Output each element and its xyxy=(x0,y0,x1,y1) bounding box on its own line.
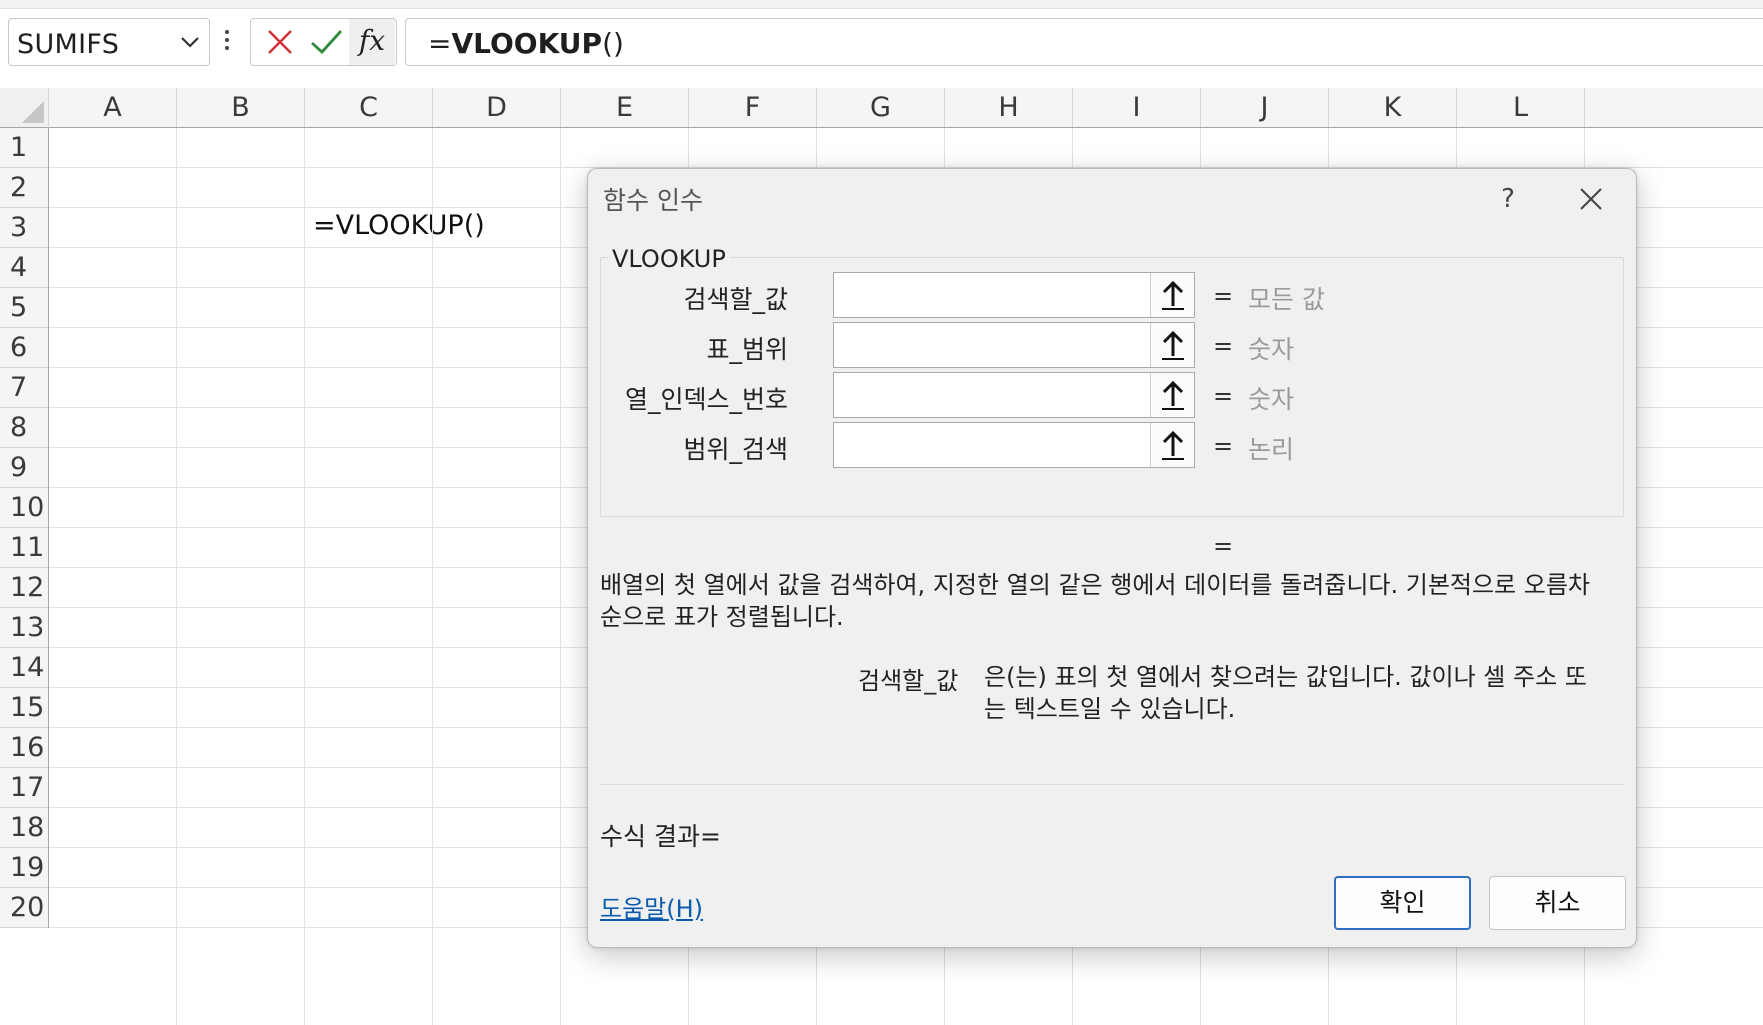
formula-text: =VLOOKUP() xyxy=(428,27,624,60)
row-header-11[interactable]: 11 xyxy=(0,528,48,568)
row-header-12[interactable]: 12 xyxy=(0,568,48,608)
row-header-4[interactable]: 4 xyxy=(0,248,48,288)
grid-line xyxy=(176,128,177,1025)
cell-c3[interactable]: =VLOOKUP() xyxy=(313,210,485,241)
argument-description-name: 검색할_값 xyxy=(858,667,959,695)
row-header-2[interactable]: 2 xyxy=(0,168,48,208)
collapse-dialog-icon[interactable] xyxy=(1150,273,1194,317)
row-header-9[interactable]: 9 xyxy=(0,448,48,488)
column-headers: ABCDEFGHIJKL xyxy=(49,88,1763,128)
column-header-e[interactable]: E xyxy=(561,88,689,127)
ok-button[interactable]: 확인 xyxy=(1334,876,1471,930)
row-header-20[interactable]: 20 xyxy=(0,888,48,928)
argument-input[interactable] xyxy=(833,272,1195,318)
row-header-15[interactable]: 15 xyxy=(0,688,48,728)
row-header-6[interactable]: 6 xyxy=(0,328,48,368)
row-header-8[interactable]: 8 xyxy=(0,408,48,448)
cancel-icon[interactable] xyxy=(257,19,303,65)
more-options-icon[interactable] xyxy=(224,30,230,54)
collapse-dialog-icon[interactable] xyxy=(1150,323,1194,367)
select-all-button[interactable] xyxy=(0,88,49,128)
column-header-d[interactable]: D xyxy=(433,88,561,127)
chevron-down-icon[interactable] xyxy=(179,31,201,53)
column-header-g[interactable]: G xyxy=(817,88,945,127)
argument-type-hint: 숫자 xyxy=(1248,385,1295,414)
argument-input[interactable] xyxy=(833,372,1195,418)
column-header-a[interactable]: A xyxy=(49,88,177,127)
row-header-18[interactable]: 18 xyxy=(0,808,48,848)
name-box-value: SUMIFS xyxy=(17,29,120,60)
result-equals: = xyxy=(1213,532,1234,560)
insert-function-icon[interactable]: fx xyxy=(349,19,395,65)
collapse-dialog-icon[interactable] xyxy=(1150,373,1194,417)
function-description: 배열의 첫 열에서 값을 검색하여, 지정한 열의 같은 행에서 데이터를 돌려… xyxy=(600,571,1591,631)
argument-input[interactable] xyxy=(833,322,1195,368)
dialog-title: 함수 인수 xyxy=(603,186,703,215)
argument-label: 범위_검색 xyxy=(683,435,788,464)
column-header-f[interactable]: F xyxy=(689,88,817,127)
grid-line xyxy=(304,128,305,1025)
argument-description-text: 은(는) 표의 첫 열에서 찾으려는 값입니다. 값이나 셀 주소 또는 텍스트… xyxy=(984,663,1587,723)
row-header-17[interactable]: 17 xyxy=(0,768,48,808)
row-header-16[interactable]: 16 xyxy=(0,728,48,768)
argument-equals: = xyxy=(1213,382,1234,410)
argument-equals: = xyxy=(1213,332,1234,360)
row-header-14[interactable]: 14 xyxy=(0,648,48,688)
row-headers: 1 2 3 4 5 6 7 8 9 10 11 12 13 14 15 16 17 18 19 20 xyxy=(0,128,49,928)
row-header-19[interactable]: 19 xyxy=(0,848,48,888)
row-header-1[interactable]: 1 xyxy=(0,128,48,168)
argument-input[interactable] xyxy=(833,422,1195,468)
row-header-13[interactable]: 13 xyxy=(0,608,48,648)
argument-type-hint: 모든 값 xyxy=(1248,285,1325,314)
row-header-10[interactable]: 10 xyxy=(0,488,48,528)
close-icon[interactable] xyxy=(1575,183,1607,215)
collapse-dialog-icon[interactable] xyxy=(1150,423,1194,467)
ribbon-edge xyxy=(0,0,1763,9)
argument-equals: = xyxy=(1213,432,1234,460)
column-header-j[interactable]: J xyxy=(1201,88,1329,127)
column-header-h[interactable]: H xyxy=(945,88,1073,127)
row-header-3[interactable]: 3 xyxy=(0,208,48,248)
function-arguments-dialog: 함수 인수 ? VLOOKUP 검색할_값 = 모든 값 표_범위 = 숫자 열_인덱스_번… xyxy=(587,168,1637,948)
argument-equals: = xyxy=(1213,282,1234,310)
divider xyxy=(600,784,1624,785)
help-link[interactable]: 도움말(H) xyxy=(600,889,703,924)
formula-buttons: fx xyxy=(250,18,397,66)
column-header-i[interactable]: I xyxy=(1073,88,1201,127)
argument-label: 검색할_값 xyxy=(683,285,788,314)
check-icon[interactable] xyxy=(303,19,349,65)
name-box[interactable]: SUMIFS xyxy=(8,18,210,66)
help-icon[interactable]: ? xyxy=(1488,179,1528,219)
column-header-b[interactable]: B xyxy=(177,88,305,127)
formula-input[interactable]: =VLOOKUP() xyxy=(405,18,1763,66)
column-header-l[interactable]: L xyxy=(1457,88,1585,127)
column-header-c[interactable]: C xyxy=(305,88,433,127)
row-header-5[interactable]: 5 xyxy=(0,288,48,328)
row-header-7[interactable]: 7 xyxy=(0,368,48,408)
grid-line xyxy=(560,128,561,1025)
argument-label: 표_범위 xyxy=(706,335,788,364)
column-header-k[interactable]: K xyxy=(1329,88,1457,127)
argument-label: 열_인덱스_번호 xyxy=(624,385,788,414)
cancel-button[interactable]: 취소 xyxy=(1489,876,1626,930)
argument-type-hint: 논리 xyxy=(1248,435,1295,464)
formula-result: 수식 결과= xyxy=(600,822,721,851)
function-name: VLOOKUP xyxy=(608,245,730,273)
grid-line xyxy=(432,128,433,1025)
argument-type-hint: 숫자 xyxy=(1248,335,1295,364)
